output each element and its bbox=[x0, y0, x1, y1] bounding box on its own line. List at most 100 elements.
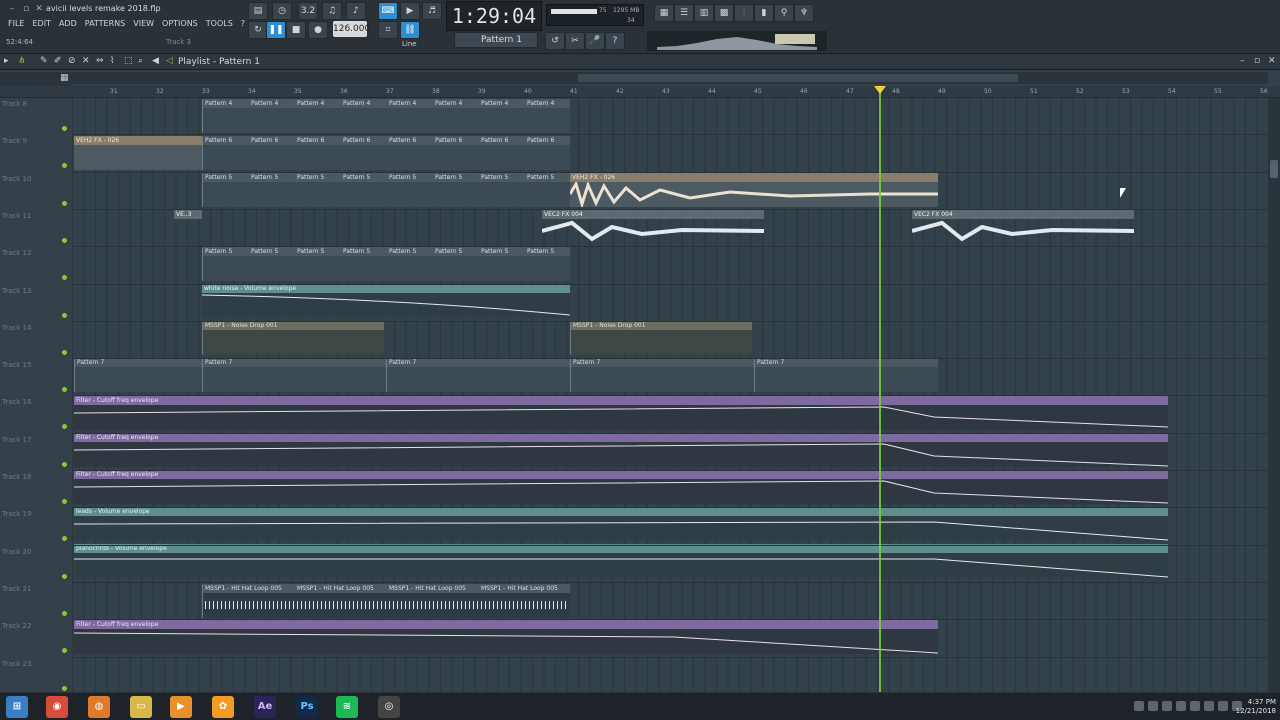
audio-clip[interactable]: VEH2 FX - 026 bbox=[570, 173, 938, 207]
track-label[interactable]: Track 10 bbox=[2, 175, 31, 183]
track-label[interactable]: Track 14 bbox=[2, 324, 31, 332]
track-mute-indicator[interactable] bbox=[62, 237, 67, 243]
vertical-scroll-thumb[interactable] bbox=[1270, 160, 1278, 178]
menu-tools[interactable]: TOOLS bbox=[202, 18, 237, 30]
channel-rack-icon[interactable]: ▩ bbox=[714, 4, 734, 22]
automation-clip[interactable]: pianochrds - Volume envelope bbox=[74, 544, 1168, 578]
browser-icon[interactable]: ▦ bbox=[654, 4, 674, 22]
audio-clip-group[interactable]: MSSP1 - Hit Hat Loop 005 MSSP1 - Hit Hat … bbox=[202, 584, 570, 618]
vertical-scrollbar[interactable] bbox=[1268, 98, 1280, 692]
track-mute-indicator[interactable] bbox=[62, 349, 67, 355]
close-icon[interactable]: ✕ bbox=[33, 3, 45, 15]
audio-clip[interactable]: VEH2 FX - 026 bbox=[74, 136, 202, 170]
pattern-clip-group[interactable]: Pattern 6 Pattern 6 Pattern 6 Pattern 6 Patt… bbox=[202, 136, 570, 170]
pattern-clip[interactable]: Pattern 7 bbox=[74, 358, 202, 392]
track-label[interactable]: Track 23 bbox=[2, 660, 31, 668]
mute-tool-icon[interactable]: ✕ bbox=[82, 56, 90, 66]
refresh-icon[interactable]: ↺ bbox=[545, 32, 565, 50]
countdown-icon[interactable]: 3.2 bbox=[298, 2, 318, 20]
pattern-clip-group[interactable]: Pattern 4 Pattern 4 Pattern 4 Pattern 4 Patt… bbox=[202, 99, 570, 133]
track-label[interactable]: Track 22 bbox=[2, 622, 31, 630]
track-mute-indicator[interactable] bbox=[62, 685, 67, 691]
song-position-clock[interactable]: 1:29:04 bbox=[446, 1, 542, 31]
pattern-picker-icon[interactable]: ▦ bbox=[60, 73, 69, 83]
after-effects-icon[interactable]: Ae bbox=[254, 696, 276, 718]
audio-clip[interactable]: MSSP1 - Noise Drop 001 bbox=[202, 321, 384, 355]
track-label[interactable]: Track 13 bbox=[2, 287, 31, 295]
menu-options[interactable]: OPTIONS bbox=[158, 18, 202, 30]
pattern-arrow-icon[interactable]: ◁ bbox=[166, 56, 173, 66]
track-label[interactable]: Track 11 bbox=[2, 212, 31, 220]
snap-magnet-icon[interactable]: ⋔ bbox=[18, 56, 26, 66]
pause-icon[interactable]: ❚❚ bbox=[266, 21, 286, 39]
firefox-icon[interactable]: ◍ bbox=[88, 696, 110, 718]
pattern-clip[interactable]: Pattern 7 bbox=[386, 358, 570, 392]
track-mute-indicator[interactable] bbox=[62, 163, 67, 169]
zoom-tool-icon[interactable]: ⌕ bbox=[138, 56, 143, 66]
obs-icon[interactable]: ◎ bbox=[378, 696, 400, 718]
select-tool-icon[interactable]: ⬚ bbox=[124, 56, 133, 66]
automation-clip[interactable]: white noise - Volume envelope bbox=[202, 284, 570, 318]
playlist-close-icon[interactable]: ✕ bbox=[1268, 56, 1276, 66]
spotify-icon[interactable]: ≋ bbox=[336, 696, 358, 718]
track-mute-indicator[interactable] bbox=[62, 461, 67, 467]
explorer-icon[interactable]: ▭ bbox=[130, 696, 152, 718]
menu-file[interactable]: FILE bbox=[4, 18, 28, 30]
snap-label[interactable]: Line bbox=[402, 40, 417, 48]
track-label[interactable]: Track 18 bbox=[2, 473, 31, 481]
tempo-display[interactable]: 126.000 bbox=[333, 21, 370, 37]
automation-clip[interactable]: Filter - Cutoff freq envelope bbox=[74, 396, 1168, 430]
slice-tool-icon[interactable]: ⌇ bbox=[110, 56, 114, 66]
track-label[interactable]: Track 8 bbox=[2, 100, 27, 108]
restore-icon[interactable]: ▫ bbox=[20, 3, 32, 15]
audio-clip[interactable]: MSSP1 - Noise Drop 001 bbox=[570, 321, 752, 355]
photoshop-icon[interactable]: Ps bbox=[296, 696, 318, 718]
tools-icon[interactable]: ✂ bbox=[565, 32, 585, 50]
track-label[interactable]: Track 20 bbox=[2, 548, 31, 556]
track-mute-indicator[interactable] bbox=[62, 573, 67, 579]
pattern-clip[interactable]: Pattern 7 bbox=[202, 358, 386, 392]
track-mute-indicator[interactable] bbox=[62, 499, 67, 504]
link-icon[interactable]: ⛓ bbox=[400, 21, 420, 39]
start-icon[interactable]: ⊞ bbox=[6, 696, 28, 718]
track-mute-indicator[interactable] bbox=[62, 536, 67, 542]
delete-tool-icon[interactable]: ⊘ bbox=[68, 56, 76, 66]
track-mute-indicator[interactable] bbox=[62, 312, 67, 318]
playlist-icon[interactable]: ☰ bbox=[674, 4, 694, 22]
chrome-icon[interactable]: ◉ bbox=[46, 696, 68, 718]
playhead-marker-icon[interactable] bbox=[874, 86, 886, 94]
playlist-maximize-icon[interactable]: ▫ bbox=[1254, 56, 1260, 66]
automation-clip[interactable]: Filter - Cutoff freq envelope bbox=[74, 620, 938, 654]
menu-add[interactable]: ADD bbox=[55, 18, 81, 30]
timeline-ruler[interactable]: 31 32 33 34 35 36 37 38 39 40 41 42 43 44 45 46 47 48 49 50… bbox=[0, 86, 1280, 98]
pattern-clip-group[interactable]: Pattern 5 Pattern 5 Pattern 5 Pattern 5 Patt… bbox=[202, 173, 570, 207]
system-tray[interactable] bbox=[1134, 701, 1242, 711]
help-icon[interactable]: ? bbox=[605, 32, 625, 50]
menu-arrow-icon[interactable]: ▸ bbox=[4, 56, 9, 66]
track-mute-indicator[interactable] bbox=[62, 126, 67, 131]
pattern-clip[interactable]: Pattern 7 bbox=[570, 358, 754, 392]
blend-notes-icon[interactable]: ♪ bbox=[346, 2, 366, 20]
audio-clip[interactable]: VEC2 FX 004 bbox=[912, 210, 1134, 244]
taskbar-clock[interactable]: 4:37 PM 12/21/2018 bbox=[1236, 698, 1276, 716]
menu-edit[interactable]: EDIT bbox=[28, 18, 54, 30]
automation-clip[interactable]: leads - Volume envelope bbox=[74, 507, 1168, 541]
piano-roll-icon[interactable]: ▥ bbox=[694, 4, 714, 22]
menu-patterns[interactable]: PATTERNS bbox=[81, 18, 129, 30]
track-mute-indicator[interactable] bbox=[62, 648, 67, 654]
plugin-picker-icon[interactable]: ▮ bbox=[754, 4, 774, 22]
playback-tool-icon[interactable]: ◀ bbox=[152, 56, 159, 66]
slip-tool-icon[interactable]: ⇔ bbox=[96, 56, 104, 66]
stop-icon[interactable]: ■ bbox=[286, 21, 306, 39]
typing-keyboard-icon[interactable]: ⌨ bbox=[378, 2, 398, 20]
microphone-icon[interactable]: 🎤 bbox=[585, 32, 605, 50]
track-label[interactable]: Track 15 bbox=[2, 361, 31, 369]
track-label[interactable]: Track 17 bbox=[2, 436, 31, 444]
menu-view[interactable]: VIEW bbox=[129, 18, 158, 30]
track-label[interactable]: Track 19 bbox=[2, 510, 31, 518]
track-mute-indicator[interactable] bbox=[62, 387, 67, 393]
piano-icon[interactable]: ♬ bbox=[422, 2, 442, 20]
track-mute-indicator[interactable] bbox=[62, 275, 67, 281]
plugin-icon[interactable]: ⚲ bbox=[774, 4, 794, 22]
paint-tool-icon[interactable]: ✐ bbox=[54, 56, 62, 66]
